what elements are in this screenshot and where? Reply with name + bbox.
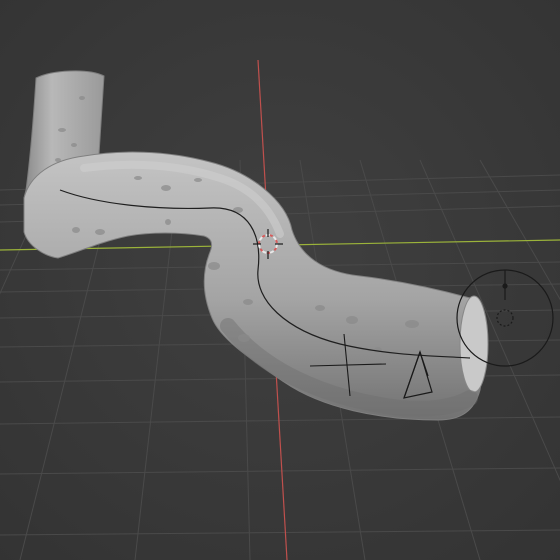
viewport-canvas[interactable] xyxy=(0,0,560,560)
3d-viewport[interactable] xyxy=(0,0,560,560)
